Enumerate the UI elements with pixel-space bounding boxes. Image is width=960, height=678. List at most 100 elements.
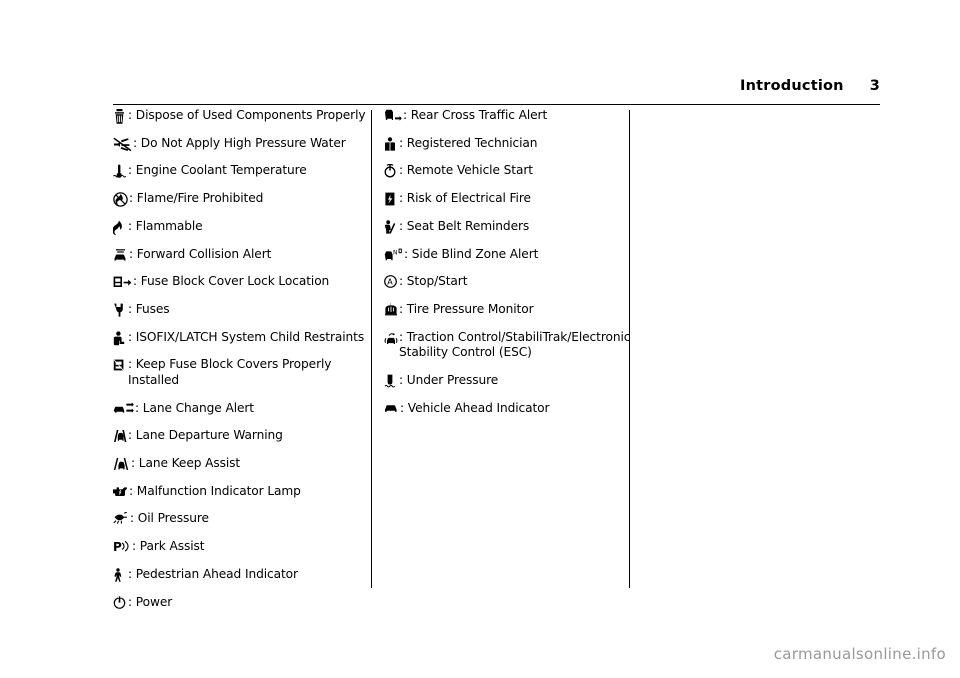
symbol-entry: : Under Pressure xyxy=(384,373,637,389)
park-assist-icon: P xyxy=(113,540,131,553)
power-icon xyxy=(113,595,127,609)
symbol-entry: N : Side Blind Zone Alert xyxy=(384,247,637,263)
symbol-label: : Pedestrian Ahead Indicator xyxy=(128,566,298,581)
symbol-entry: : Flammable xyxy=(113,219,366,235)
svg-text:A: A xyxy=(387,278,393,287)
symbol-entry: A : Stop/Start xyxy=(384,274,637,290)
rear-cross-traffic-alert-icon xyxy=(384,109,402,123)
symbol-label: : Do Not Apply High Pressure Water xyxy=(133,135,346,150)
symbol-label: : Flame/Fire Prohibited xyxy=(129,191,264,206)
symbol-entry: : Lane Keep Assist xyxy=(113,456,366,472)
stop-start-icon: A xyxy=(384,275,398,289)
no-high-pressure-water-icon xyxy=(113,137,132,152)
lane-departure-warning-icon xyxy=(113,429,127,443)
symbol-label: : Fuses xyxy=(128,301,170,316)
flammable-icon xyxy=(113,220,127,235)
symbol-entry: : Forward Collision Alert xyxy=(113,247,366,263)
symbol-entry: ! : Tire Pressure Monitor xyxy=(384,302,637,318)
watermark: carmanualsonline.info xyxy=(773,645,946,663)
symbol-label: : Dispose of Used Components Properly xyxy=(128,108,366,122)
symbol-entry: : Vehicle Ahead Indicator xyxy=(384,401,637,417)
symbol-entry: : Dispose of Used Components Properly xyxy=(113,108,366,124)
symbol-label: : Traction Control/StabiliTrak/Electroni… xyxy=(399,329,631,360)
symbol-label: : Oil Pressure xyxy=(130,511,209,526)
forward-collision-alert-icon xyxy=(113,248,128,263)
symbol-label: : Remote Vehicle Start xyxy=(399,163,533,178)
keep-fuse-block-covers-icon xyxy=(113,358,127,372)
fuses-icon xyxy=(113,303,127,317)
oil-pressure-icon xyxy=(113,512,129,525)
side-blind-zone-alert-icon: N xyxy=(384,248,403,262)
remote-vehicle-start-icon xyxy=(384,164,398,178)
registered-technician-icon xyxy=(384,137,398,151)
symbol-entry: : Lane Departure Warning xyxy=(113,428,366,444)
symbol-label: : Tire Pressure Monitor xyxy=(399,301,534,316)
column-divider-1 xyxy=(371,110,372,588)
page-number: 3 xyxy=(869,78,880,94)
symbol-label: : Lane Keep Assist xyxy=(131,456,241,471)
svg-text:P: P xyxy=(113,540,122,553)
vehicle-ahead-indicator-icon xyxy=(384,402,399,413)
symbol-label: : Registered Technician xyxy=(399,135,538,150)
symbol-entry: : Risk of Electrical Fire xyxy=(384,191,637,207)
symbol-entry: : Registered Technician xyxy=(384,136,637,152)
symbol-label: : Lane Departure Warning xyxy=(128,428,283,443)
symbol-label: : Fuse Block Cover Lock Location xyxy=(133,274,330,289)
symbol-entry: : Malfunction Indicator Lamp xyxy=(113,484,366,500)
symbol-entry: : Power xyxy=(113,595,366,611)
symbol-label: : Power xyxy=(128,594,173,609)
symbol-entry: : Seat Belt Reminders xyxy=(384,219,637,235)
page-header: Introduction 3 xyxy=(113,78,880,94)
symbol-label: : Lane Change Alert xyxy=(135,400,254,415)
symbol-entry: P : Park Assist xyxy=(113,539,366,555)
lane-change-alert-icon xyxy=(113,402,134,415)
tire-pressure-monitor-icon: ! xyxy=(384,303,398,316)
dispose-used-components-icon xyxy=(113,109,127,124)
symbol-entry: : Lane Change Alert xyxy=(113,401,366,417)
fuse-block-cover-lock-location-icon xyxy=(113,275,132,289)
under-pressure-icon xyxy=(384,374,398,388)
isofix-latch-child-restraints-icon xyxy=(113,331,127,346)
symbol-label: : Flammable xyxy=(128,218,203,233)
svg-text:N: N xyxy=(393,249,398,256)
symbol-label: : ISOFIX/LATCH System Child Restraints xyxy=(128,329,365,344)
flame-fire-prohibited-icon xyxy=(113,192,128,207)
symbol-entry: : Pedestrian Ahead Indicator xyxy=(113,567,366,583)
symbol-entry: : Rear Cross Traffic Alert xyxy=(384,108,637,124)
symbol-label: : Risk of Electrical Fire xyxy=(399,191,531,206)
symbol-entry: : Flame/Fire Prohibited xyxy=(113,191,366,207)
symbol-entry: : Traction Control/StabiliTrak/Electroni… xyxy=(384,330,637,361)
symbol-entry: : Keep Fuse Block Covers Properly Instal… xyxy=(113,357,366,388)
malfunction-indicator-lamp-icon xyxy=(113,485,128,498)
symbol-label: : Engine Coolant Temperature xyxy=(128,163,307,178)
column-1: : Dispose of Used Components Properly : … xyxy=(113,108,366,622)
lane-keep-assist-icon xyxy=(113,457,130,471)
column-2: : Rear Cross Traffic Alert : Registered … xyxy=(384,108,637,428)
header-title: Introduction xyxy=(740,78,844,94)
symbol-label: : Rear Cross Traffic Alert xyxy=(403,108,548,122)
symbol-entry: : Fuse Block Cover Lock Location xyxy=(113,274,366,290)
document-page: Introduction 3 : Dispose of Used Componen… xyxy=(0,0,960,678)
symbol-label: : Stop/Start xyxy=(399,274,468,289)
symbol-label: : Under Pressure xyxy=(399,372,499,387)
header-divider xyxy=(113,104,880,105)
symbol-entry: : ISOFIX/LATCH System Child Restraints xyxy=(113,330,366,346)
symbol-index-columns: : Dispose of Used Components Properly : … xyxy=(113,108,880,609)
svg-text:!: ! xyxy=(390,303,392,307)
symbol-label: : Forward Collision Alert xyxy=(129,246,272,261)
risk-of-electrical-fire-icon xyxy=(384,192,398,206)
symbol-label: : Park Assist xyxy=(132,539,205,554)
engine-coolant-temperature-icon xyxy=(113,164,127,179)
symbol-label: : Side Blind Zone Alert xyxy=(404,246,539,261)
traction-control-stabilitrak-icon xyxy=(384,331,398,345)
symbol-entry: : Oil Pressure xyxy=(113,511,366,527)
symbol-label: : Seat Belt Reminders xyxy=(399,218,530,233)
symbol-entry: : Remote Vehicle Start xyxy=(384,163,637,179)
symbol-label: : Vehicle Ahead Indicator xyxy=(400,400,550,415)
symbol-entry: : Fuses xyxy=(113,302,366,318)
seat-belt-reminders-icon xyxy=(384,220,398,234)
pedestrian-ahead-indicator-icon xyxy=(113,568,127,582)
symbol-label: : Malfunction Indicator Lamp xyxy=(129,483,301,498)
symbol-entry: : Do Not Apply High Pressure Water xyxy=(113,136,366,152)
symbol-label: : Keep Fuse Block Covers Properly Instal… xyxy=(128,357,332,387)
